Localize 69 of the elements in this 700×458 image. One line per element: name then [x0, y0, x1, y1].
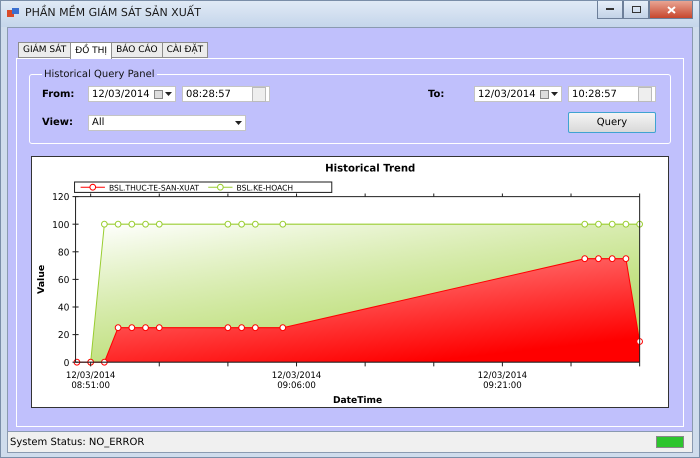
point [142, 324, 149, 332]
y-tick-label: 20 [58, 330, 70, 342]
minimize-button[interactable] [597, 1, 623, 19]
caret-icon [235, 120, 242, 124]
tab[interactable]: GIÁM SÁT [18, 42, 72, 58]
y-tick-label: 40 [58, 302, 70, 314]
point [156, 220, 163, 228]
point [279, 220, 286, 228]
tab[interactable]: BÁO CÁO [111, 42, 163, 58]
x-tick-label: 12/03/2014 09:06:00 [272, 370, 322, 392]
point [608, 220, 616, 228]
view-label: View: [42, 117, 74, 128]
date-picker[interactable]: 12/03/2014 [474, 86, 562, 102]
from-label: From: [42, 88, 76, 100]
x-tick-label: 12/03/2014 09:21:00 [478, 370, 528, 392]
progress-bar [656, 436, 684, 448]
time-field[interactable]: 08:28:57 [182, 86, 270, 102]
minimize-icon [606, 8, 614, 11]
maximize-button[interactable] [623, 1, 649, 19]
point [622, 220, 630, 228]
status-text: System Status: NO_ERROR [10, 436, 144, 448]
point [595, 220, 602, 228]
chart-title: Historical Trend [325, 162, 416, 175]
y-tick-label: 120 [52, 192, 70, 204]
app-icon [7, 7, 19, 19]
y-axis-title: Value [36, 264, 48, 294]
y-tick-label: 60 [58, 274, 70, 286]
point [114, 324, 122, 332]
legend-marker [80, 184, 105, 191]
query-button[interactable]: Query [568, 112, 656, 133]
point [114, 220, 122, 228]
caret-icon [165, 92, 172, 96]
maximize-icon [632, 6, 640, 13]
point [608, 255, 616, 262]
window-title: PHẦN MỀM GIÁM SÁT SẢN XUẤT [25, 6, 202, 19]
y-tick-label: 80 [58, 247, 70, 258]
calendar-icon [540, 90, 549, 98]
y-tick-label: 100 [52, 220, 70, 231]
close-button[interactable] [649, 1, 693, 19]
tab[interactable]: CÀI ĐẶT [162, 42, 208, 58]
point [224, 220, 232, 228]
legend-marker [208, 184, 233, 191]
point [101, 220, 108, 228]
point [581, 220, 588, 228]
close-icon [666, 6, 676, 14]
point [595, 255, 602, 262]
point [252, 220, 259, 228]
point [279, 324, 286, 332]
point [142, 220, 149, 228]
x-tick-label: 12/03/2014 08:51:00 [66, 370, 116, 392]
point [128, 324, 136, 332]
to-label: To: [428, 88, 446, 100]
panel-title: Historical Query Panel [43, 69, 156, 80]
time-field[interactable]: 10:28:57 [568, 86, 656, 102]
point [156, 324, 163, 332]
point [622, 255, 630, 262]
x-axis-title: DateTime [332, 394, 382, 406]
view-dropdown[interactable]: All [88, 114, 246, 130]
point [224, 324, 232, 332]
point [238, 220, 245, 228]
date-picker[interactable]: 12/03/2014 [88, 86, 176, 102]
point [581, 255, 588, 262]
caret-icon [551, 92, 558, 96]
point [238, 324, 245, 332]
calendar-icon [154, 90, 163, 98]
point [128, 220, 136, 228]
tab[interactable]: ĐỒ THỊ [70, 42, 112, 59]
y-tick-label: 0 [64, 358, 70, 369]
point [252, 324, 259, 332]
